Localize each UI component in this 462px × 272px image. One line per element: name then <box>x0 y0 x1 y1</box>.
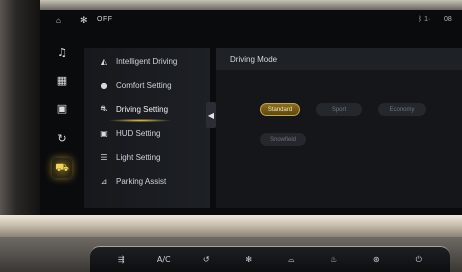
driving-mode-panel: Driving Mode Standard Sport Economy Snow… <box>216 48 462 208</box>
menu-item-parking-assist[interactable]: ⊿ Parking Assist <box>84 170 210 192</box>
menu-item-label: Driving Setting <box>116 104 169 114</box>
clock-readout: 08 <box>444 16 452 23</box>
recirculation-icon[interactable]: ↺ <box>193 255 219 264</box>
climate-button-strip: ⇶ A/C ↺ ✻ ⌓ ♨ ⊛ ⏻ <box>90 246 450 272</box>
mode-button-sport[interactable]: Sport <box>316 103 362 116</box>
menu-item-driving-setting[interactable]: ⛐ Driving Setting <box>84 98 210 122</box>
light-icon: ☰ <box>100 152 108 162</box>
power-icon[interactable]: ⏻ <box>406 255 432 265</box>
menu-item-hud-setting[interactable]: ▣ HUD Setting <box>84 122 210 144</box>
rear-defrost-icon[interactable]: ⇶ <box>108 255 134 264</box>
fan-state-label: OFF <box>97 16 113 23</box>
app-rail: ♫ ▦ ▣ ↻ ⛟ <box>40 30 84 215</box>
menu-item-label: HUD Setting <box>116 128 161 138</box>
menu-item-intelligent-driving[interactable]: ◭ Intelligent Driving <box>84 50 210 72</box>
menu-item-label: Comfort Setting <box>116 80 172 90</box>
vehicle-control-icon[interactable]: ↻ <box>52 128 72 148</box>
infotainment-screen: ⌂ ✻ OFF ᛒ 1· 08 ♫ ▦ ▣ ↻ ⛟ ◭ Intelligent … <box>40 10 462 215</box>
dashboard-top-bezel <box>0 0 462 10</box>
hud-icon: ▣ <box>100 128 108 138</box>
chevron-left-icon: ◀ <box>207 110 215 120</box>
car-icon[interactable]: ⛟ <box>52 158 72 178</box>
settings-menu: ◭ Intelligent Driving ● Comfort Setting … <box>84 48 210 208</box>
mode-button-snowfield[interactable]: Snowfield <box>260 133 306 146</box>
media-icon[interactable]: ▣ <box>52 98 72 118</box>
bluetooth-status: ᛒ 1· <box>418 16 431 23</box>
mode-button-standard[interactable]: Standard <box>260 103 300 116</box>
parking-icon: ⊿ <box>100 176 108 186</box>
menu-item-light-setting[interactable]: ☰ Light Setting <box>84 146 210 168</box>
status-bar: ⌂ ✻ OFF ᛒ 1· 08 <box>40 10 462 30</box>
front-defrost-icon[interactable]: ⌓ <box>278 255 304 265</box>
menu-item-label: Light Setting <box>116 152 161 162</box>
dashboard-left-bezel <box>0 0 40 225</box>
home-icon[interactable]: ⌂ <box>56 16 61 25</box>
menu-item-comfort-setting[interactable]: ● Comfort Setting <box>84 74 210 96</box>
mode-button-economy[interactable]: Economy <box>378 103 426 116</box>
comfort-icon: ● <box>100 80 108 90</box>
seat-heat-icon[interactable]: ♨ <box>321 255 347 264</box>
menu-item-label: Parking Assist <box>116 176 167 186</box>
dashboard-trim <box>0 215 462 237</box>
ac-button[interactable]: A/C <box>151 255 177 264</box>
steering-assist-icon: ◭ <box>100 56 108 66</box>
fan-icon[interactable]: ✻ <box>80 15 88 26</box>
fan-speed-icon[interactable]: ✻ <box>236 255 262 264</box>
collapse-menu-button[interactable]: ◀ <box>206 102 216 128</box>
navigation-icon[interactable]: ▦ <box>52 70 72 90</box>
driving-icon: ⛐ <box>100 104 108 113</box>
panel-title: Driving Mode <box>216 48 462 70</box>
music-icon[interactable]: ♫ <box>52 42 72 62</box>
steering-heat-icon[interactable]: ⊛ <box>363 255 389 264</box>
menu-item-label: Intelligent Driving <box>116 56 178 66</box>
